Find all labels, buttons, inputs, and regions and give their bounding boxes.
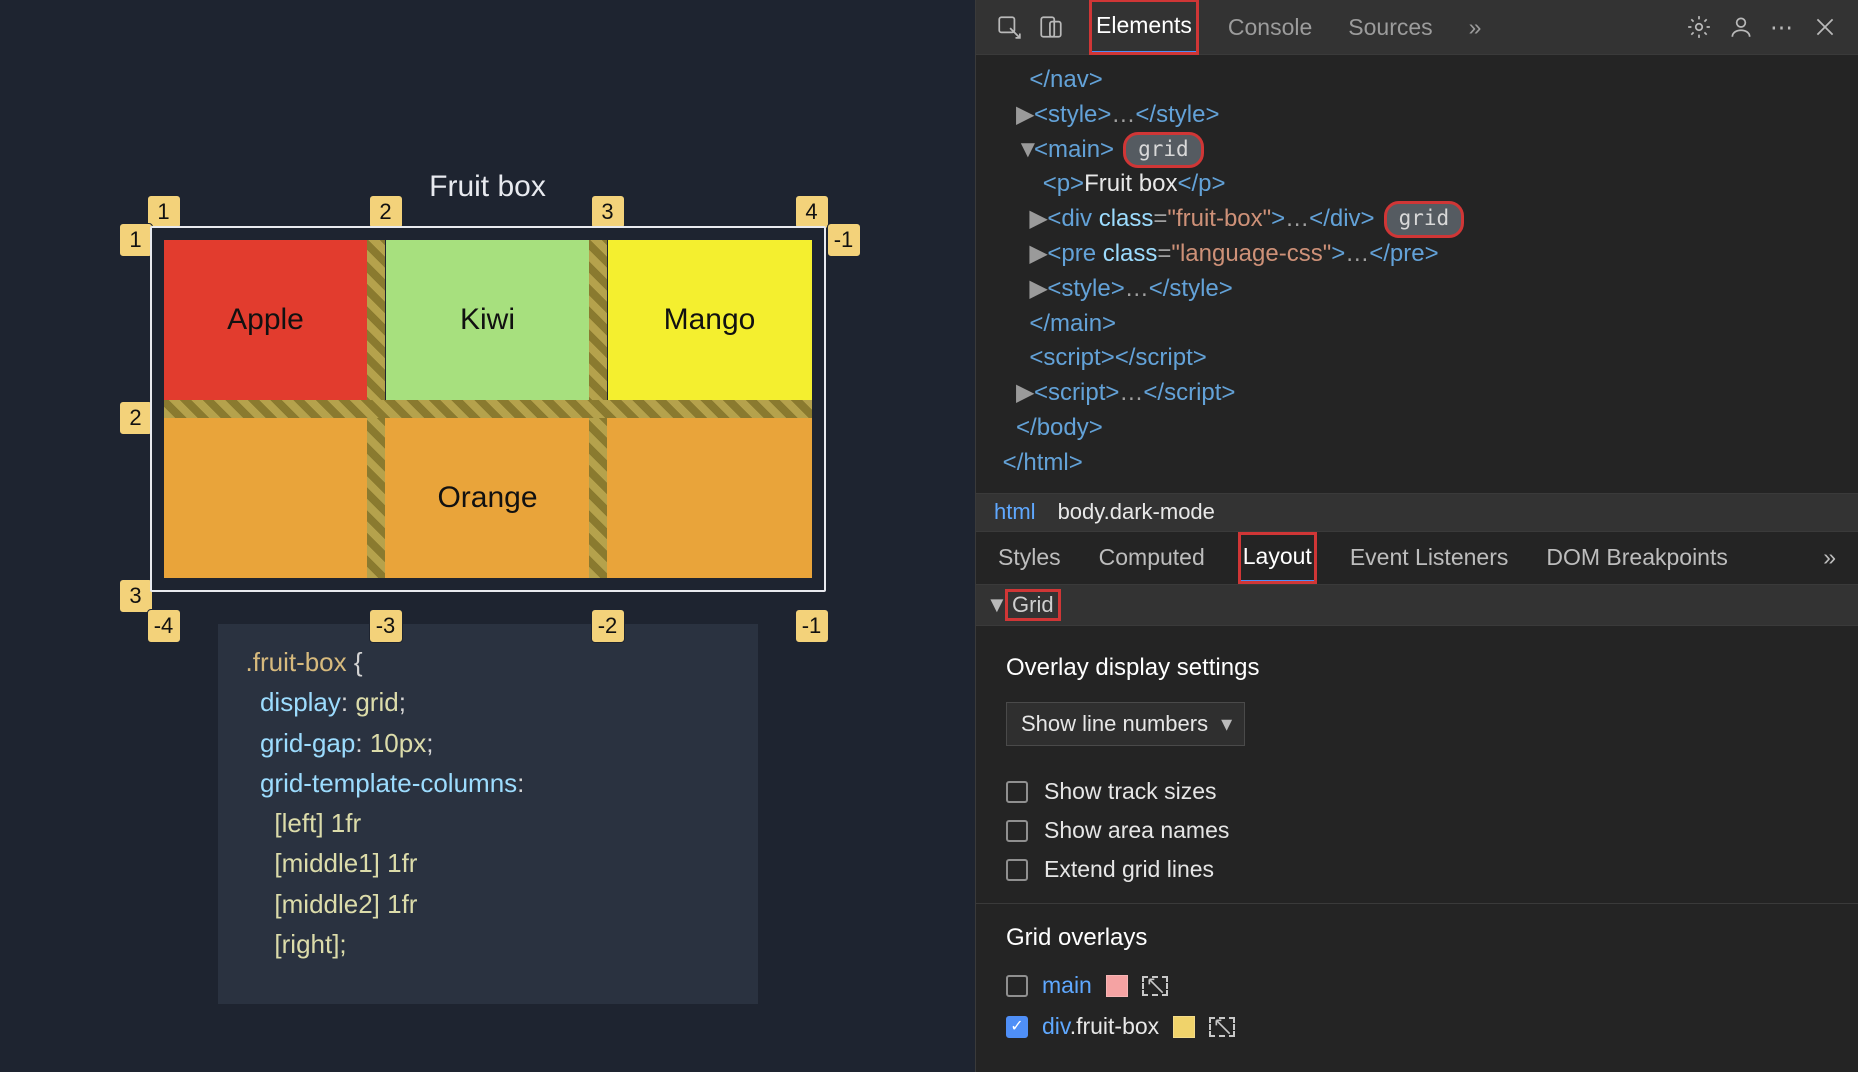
fruit-box-grid-wrap: 1 2 3 4 1 2 3 -1 -4 -3 -2 -1 Apple Kiwi … [158,234,818,584]
tab-sources[interactable]: Sources [1342,2,1438,53]
grid-line-number: 2 [119,401,153,435]
grid-line-number: -1 [827,223,861,257]
inspect-element-icon[interactable] [988,6,1030,48]
dom-node[interactable]: </nav> [976,63,1858,98]
dom-node[interactable]: <style>…</style> [976,272,1858,307]
reveal-in-page-icon[interactable] [1209,1017,1235,1037]
dom-node[interactable]: <div class="fruit-box">…</div>grid [976,202,1858,237]
divider [976,903,1858,904]
overlay-settings-heading: Overlay display settings [1006,654,1828,682]
dom-node[interactable]: <p>Fruit box</p> [976,167,1858,202]
grid-line-number: 3 [591,195,625,229]
grid-section-title: Grid [1006,590,1060,620]
expand-toggle-icon[interactable] [1029,237,1047,272]
dom-node[interactable]: <script></script> [976,341,1858,376]
checkbox-icon[interactable] [1006,781,1028,803]
color-swatch-icon[interactable] [1173,1016,1195,1038]
rendered-page-pane: Fruit box 1 2 3 4 1 2 3 -1 -4 -3 -2 -1 A… [0,0,975,1072]
breadcrumb-item[interactable]: html [994,499,1036,525]
grid-line-number: 4 [795,195,829,229]
grid-badge[interactable]: grid [1124,133,1203,167]
grid-line-number: -4 [147,609,181,643]
tab-more-panels[interactable]: » [1463,2,1488,53]
tab-styles[interactable]: Styles [994,534,1065,581]
tab-console[interactable]: Console [1222,2,1318,53]
breadcrumb-item[interactable]: body.dark-mode [1058,499,1215,525]
expand-toggle-icon[interactable] [1016,98,1034,133]
grid-line-number: 3 [119,579,153,613]
layout-grid-section-header[interactable]: ▼ Grid [976,585,1858,626]
layout-grid-pane: Overlay display settings Show line numbe… [976,626,1858,1072]
tab-computed[interactable]: Computed [1095,534,1209,581]
code-selector: .fruit-box [246,647,347,677]
css-code-block: .fruit-box { display: grid; grid-gap: 10… [218,624,758,1004]
grid-gap-overlay [164,400,812,418]
dom-node[interactable]: </html> [976,446,1858,481]
checkbox-icon[interactable] [1006,820,1028,842]
checkbox-show-area-names[interactable]: Show area names [1006,817,1828,844]
grid-overlays-heading: Grid overlays [1006,924,1828,952]
grid-line-number: 1 [147,195,181,229]
grid-line-number: 2 [369,195,403,229]
grid-cell-orange: Orange [164,418,812,578]
grid-cell-mango: Mango [608,240,812,400]
settings-gear-icon[interactable] [1678,6,1720,48]
tab-layout[interactable]: Layout [1239,533,1316,583]
devtools-pane: Elements Console Sources » ⋯ </nav> <sty… [975,0,1858,1072]
color-swatch-icon[interactable] [1106,975,1128,997]
checkbox-show-track-sizes[interactable]: Show track sizes [1006,778,1828,805]
page-title: Fruit box [429,170,546,204]
account-icon[interactable] [1720,6,1762,48]
grid-cell-kiwi: Kiwi [386,240,590,400]
checkbox-icon[interactable] [1006,1016,1028,1038]
dom-breadcrumb: html body.dark-mode [976,493,1858,532]
reveal-in-page-icon[interactable] [1142,976,1168,996]
tab-dom-breakpoints[interactable]: DOM Breakpoints [1542,534,1732,581]
grid-badge[interactable]: grid [1385,202,1464,236]
expand-toggle-icon[interactable] [1029,272,1047,307]
tab-event-listeners[interactable]: Event Listeners [1346,534,1513,581]
grid-line-number: -1 [795,609,829,643]
tab-elements[interactable]: Elements [1090,0,1198,54]
styles-subpanel-tabs: Styles Computed Layout Event Listeners D… [976,532,1858,586]
dom-node[interactable]: </body> [976,411,1858,446]
grid-overlay-row-main[interactable]: main [1006,972,1828,999]
expand-toggle-icon[interactable] [1029,202,1047,237]
close-devtools-icon[interactable] [1804,6,1846,48]
kebab-menu-icon[interactable]: ⋯ [1762,6,1804,48]
dom-tree[interactable]: </nav> <style>…</style> <main>grid <p>Fr… [976,55,1858,493]
expand-toggle-icon[interactable] [1016,376,1034,411]
checkbox-icon[interactable] [1006,859,1028,881]
dom-node[interactable]: <main>grid [976,133,1858,168]
checkbox-icon[interactable] [1006,975,1028,997]
expand-toggle-icon[interactable] [1016,133,1034,168]
fruit-box-grid: Apple Kiwi Mango Orange [158,234,818,584]
checkbox-extend-grid-lines[interactable]: Extend grid lines [1006,856,1828,883]
dom-node[interactable]: <pre class="language-css">…</pre> [976,237,1858,272]
dom-node[interactable]: <style>…</style> [976,98,1858,133]
dom-node[interactable]: <script>…</script> [976,376,1858,411]
device-toggle-icon[interactable] [1030,6,1072,48]
line-numbers-select[interactable]: Show line numbers [1006,702,1245,746]
grid-cell-apple: Apple [164,240,368,400]
devtools-toolbar: Elements Console Sources » ⋯ [976,0,1858,55]
dom-node[interactable]: </main> [976,307,1858,342]
grid-line-number: 1 [119,223,153,257]
tab-more-subpanels[interactable]: » [1819,534,1840,581]
grid-overlay-row-fruit-box[interactable]: div.fruit-box [1006,1013,1828,1040]
